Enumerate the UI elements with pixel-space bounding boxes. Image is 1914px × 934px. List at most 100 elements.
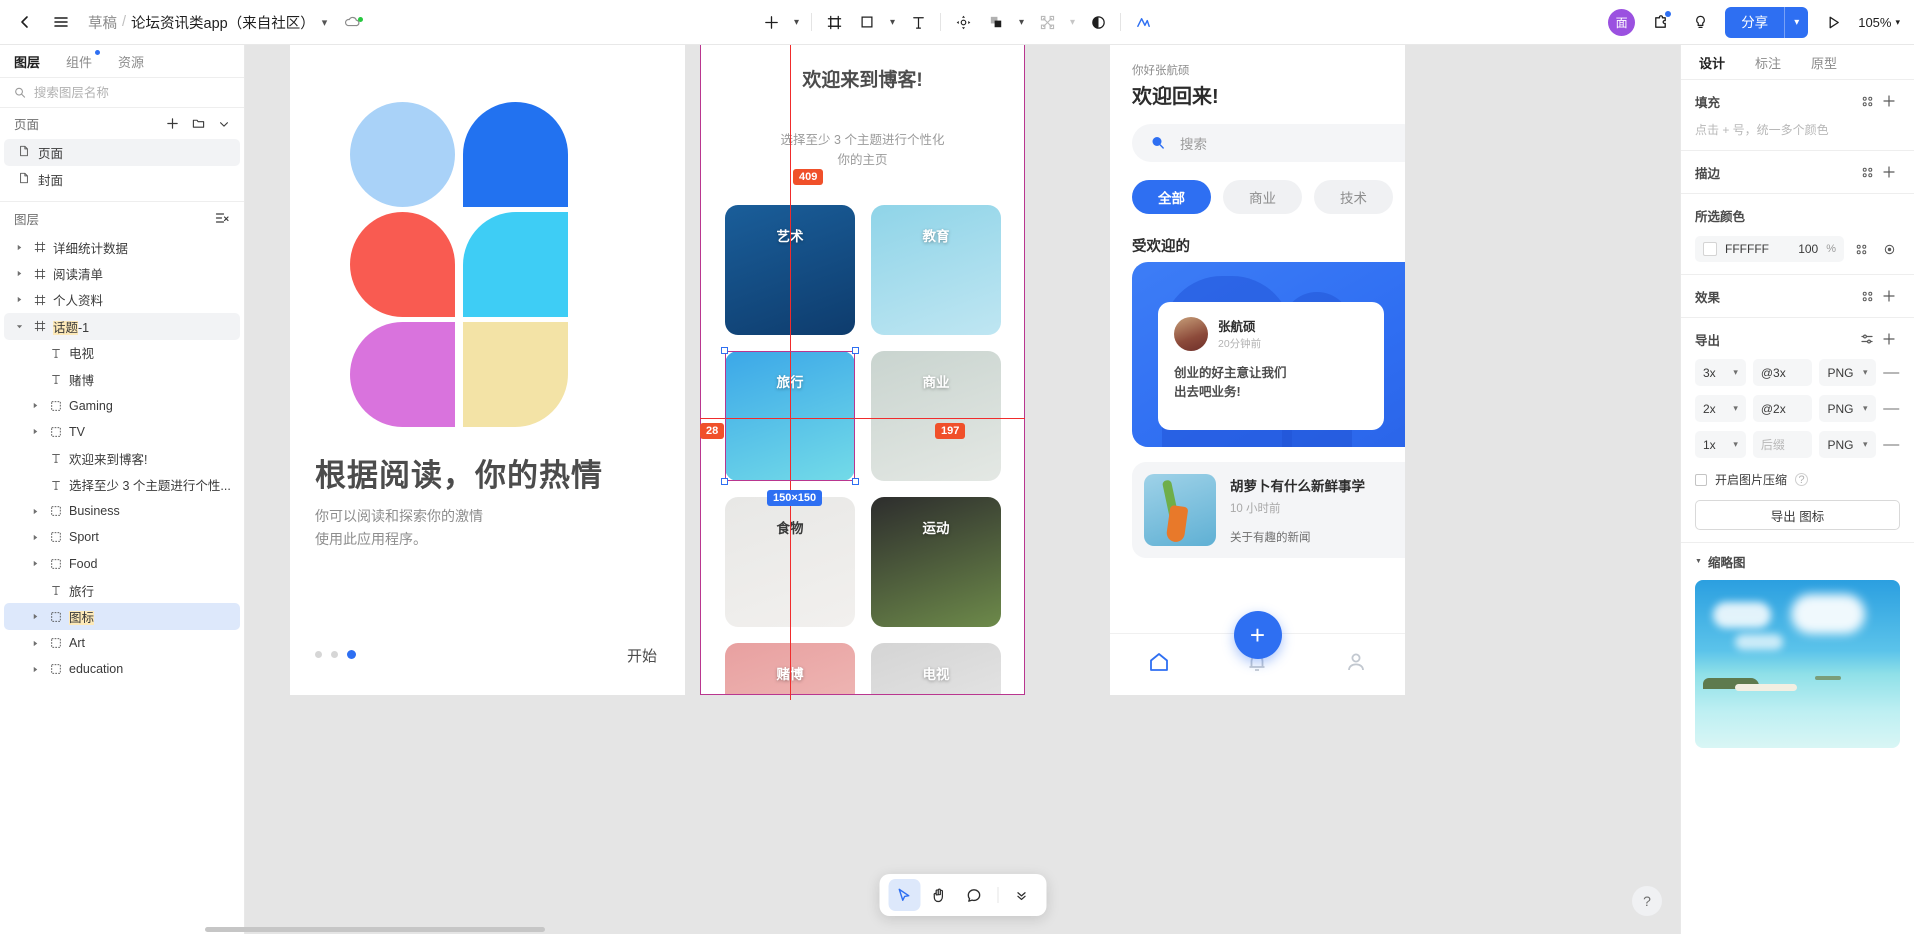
- color-swatch[interactable]: [1703, 242, 1717, 256]
- chevron-down-icon[interactable]: ▾: [1733, 367, 1738, 378]
- layer-row[interactable]: Gaming: [4, 392, 240, 418]
- layer-row[interactable]: education: [4, 656, 240, 682]
- plugin-icon[interactable]: [1645, 7, 1675, 37]
- layer-row[interactable]: 话题-1: [4, 313, 240, 340]
- tab-prototype[interactable]: 原型: [1811, 53, 1837, 72]
- share-button[interactable]: 分享: [1725, 7, 1784, 38]
- add-effect-icon[interactable]: [1878, 285, 1900, 307]
- effect-styles-icon[interactable]: [1856, 285, 1878, 307]
- add-fill-icon[interactable]: [1878, 90, 1900, 112]
- tab-annotate[interactable]: 标注: [1755, 53, 1781, 72]
- layer-search-bar[interactable]: [0, 77, 244, 108]
- artboard-onboarding[interactable]: 根据阅读，你的热情 你可以阅读和探索你的激情 使用此应用程序。 开始: [290, 45, 685, 695]
- layer-row[interactable]: 赌博: [4, 366, 240, 392]
- hand-icon[interactable]: [923, 879, 955, 911]
- collapse-pages-chevron-down-icon[interactable]: [214, 114, 234, 134]
- layer-chevron-right-icon[interactable]: [12, 244, 26, 251]
- export-scale-select[interactable]: 1x ▾: [1695, 431, 1746, 458]
- search-input[interactable]: [33, 85, 230, 100]
- back-button[interactable]: [8, 5, 42, 39]
- pagination-dot[interactable]: [315, 651, 322, 658]
- remove-export-icon[interactable]: —: [1883, 364, 1900, 382]
- topic-card[interactable]: 旅行: [725, 351, 855, 481]
- layer-row[interactable]: 旅行: [4, 577, 240, 603]
- breadcrumb[interactable]: 草稿 / 论坛资讯类app（来自社区） ▾: [88, 12, 327, 33]
- color-opacity-value[interactable]: 100: [1798, 242, 1818, 256]
- share-button-group[interactable]: 分享 ▾: [1725, 6, 1809, 38]
- chevron-down-icon[interactable]: ▾: [1733, 403, 1738, 414]
- pagination-dot[interactable]: [331, 651, 338, 658]
- chevron-down-icon[interactable]: ▾: [1863, 403, 1868, 414]
- floating-add-button[interactable]: +: [1233, 611, 1282, 659]
- export-suffix-input[interactable]: @3x: [1752, 359, 1813, 386]
- compress-help-icon[interactable]: ?: [1795, 473, 1809, 486]
- breadcrumb-draft[interactable]: 草稿: [88, 12, 117, 33]
- layer-row[interactable]: Food: [4, 551, 240, 577]
- compress-checkbox[interactable]: [1695, 473, 1707, 486]
- export-scale-select[interactable]: 2x ▾: [1695, 395, 1746, 422]
- layer-chevron-right-icon[interactable]: [28, 613, 42, 620]
- layer-row[interactable]: 选择至少 3 个主题进行个性...: [4, 472, 240, 498]
- add-icon[interactable]: [755, 6, 787, 38]
- more-chevrons-icon[interactable]: [1005, 879, 1037, 911]
- layer-chevron-right-icon[interactable]: [28, 534, 42, 541]
- topic-card[interactable]: 商业: [871, 351, 1001, 481]
- topic-card[interactable]: 艺术: [725, 205, 855, 335]
- canvas[interactable]: 根据阅读，你的热情 你可以阅读和探索你的激情 使用此应用程序。 开始 欢迎来到博…: [245, 45, 1680, 934]
- move-icon[interactable]: [947, 6, 979, 38]
- layer-chevron-down-icon[interactable]: [12, 323, 26, 330]
- person-icon[interactable]: [1344, 650, 1368, 679]
- left-panel-hscrollbar-thumb[interactable]: [205, 927, 545, 932]
- layer-chevron-right-icon[interactable]: [28, 666, 42, 673]
- color-hex-value[interactable]: FFFFFF: [1725, 242, 1790, 256]
- chevron-down-icon[interactable]: ▾: [1863, 367, 1868, 378]
- fill-styles-icon[interactable]: [1856, 90, 1878, 112]
- zoom-level-selector[interactable]: 105% ▾: [1858, 15, 1900, 30]
- thumbnail-chevron-down-icon[interactable]: ▼: [1695, 558, 1702, 565]
- layer-row[interactable]: 详细统计数据: [4, 234, 240, 260]
- remove-export-icon[interactable]: —: [1883, 436, 1900, 454]
- vector-icon[interactable]: [1031, 6, 1063, 38]
- add-export-icon[interactable]: [1878, 328, 1900, 350]
- feed-search-field[interactable]: 搜索: [1132, 124, 1405, 162]
- page-item[interactable]: 封面: [4, 166, 240, 193]
- remove-export-icon[interactable]: —: [1883, 400, 1900, 418]
- export-format-select[interactable]: PNG ▾: [1819, 359, 1876, 386]
- topic-card[interactable]: 电视: [871, 643, 1001, 695]
- shape-dropdown-chevron-down-icon[interactable]: ▾: [884, 6, 901, 38]
- layer-chevron-right-icon[interactable]: [12, 270, 26, 277]
- export-suffix-input[interactable]: 后缀: [1752, 431, 1813, 458]
- export-settings-icon[interactable]: [1856, 328, 1878, 350]
- hamburger-icon[interactable]: [44, 5, 78, 39]
- layer-row[interactable]: Sport: [4, 524, 240, 550]
- topic-card[interactable]: 赌博: [725, 643, 855, 695]
- export-format-select[interactable]: PNG ▾: [1819, 431, 1876, 458]
- lightbulb-icon[interactable]: [1685, 7, 1715, 37]
- avatar[interactable]: 面: [1608, 8, 1636, 36]
- comment-icon[interactable]: [958, 879, 990, 911]
- color-field[interactable]: FFFFFF 100 %: [1695, 236, 1844, 262]
- new-folder-icon[interactable]: [188, 114, 208, 134]
- popular-hero-card[interactable]: 🔥 张航硕 20分钟前 创业的好主意让我们 出去吧业务!: [1132, 262, 1405, 447]
- layer-row[interactable]: Art: [4, 630, 240, 656]
- add-page-icon[interactable]: [162, 114, 182, 134]
- export-button[interactable]: 导出 图标: [1695, 500, 1900, 530]
- layer-row[interactable]: 个人资料: [4, 287, 240, 313]
- artboard-topics[interactable]: 欢迎来到博客! 选择至少 3 个主题进行个性化 你的主页 艺术 教育 旅行 商业 食物 运…: [700, 45, 1025, 695]
- tab-design[interactable]: 设计: [1699, 53, 1725, 72]
- layer-row[interactable]: 电视: [4, 340, 240, 366]
- layer-chevron-right-icon[interactable]: [28, 402, 42, 409]
- layer-chevron-right-icon[interactable]: [28, 508, 42, 515]
- category-chip[interactable]: 全部: [1132, 180, 1211, 214]
- left-panel-hscrollbar[interactable]: [0, 925, 545, 934]
- tab-layers[interactable]: 图层: [14, 52, 40, 71]
- category-chip[interactable]: 商业: [1223, 180, 1302, 214]
- topic-card[interactable]: 教育: [871, 205, 1001, 335]
- tab-assets[interactable]: 资源: [118, 52, 144, 71]
- page-item[interactable]: 页面: [4, 139, 240, 166]
- text-icon[interactable]: [902, 6, 934, 38]
- chevron-down-icon[interactable]: ▾: [1863, 439, 1868, 450]
- category-chip[interactable]: 技术: [1314, 180, 1393, 214]
- chevron-down-icon[interactable]: ▾: [322, 16, 328, 29]
- breadcrumb-filename[interactable]: 论坛资讯类app（来自社区）: [131, 12, 315, 33]
